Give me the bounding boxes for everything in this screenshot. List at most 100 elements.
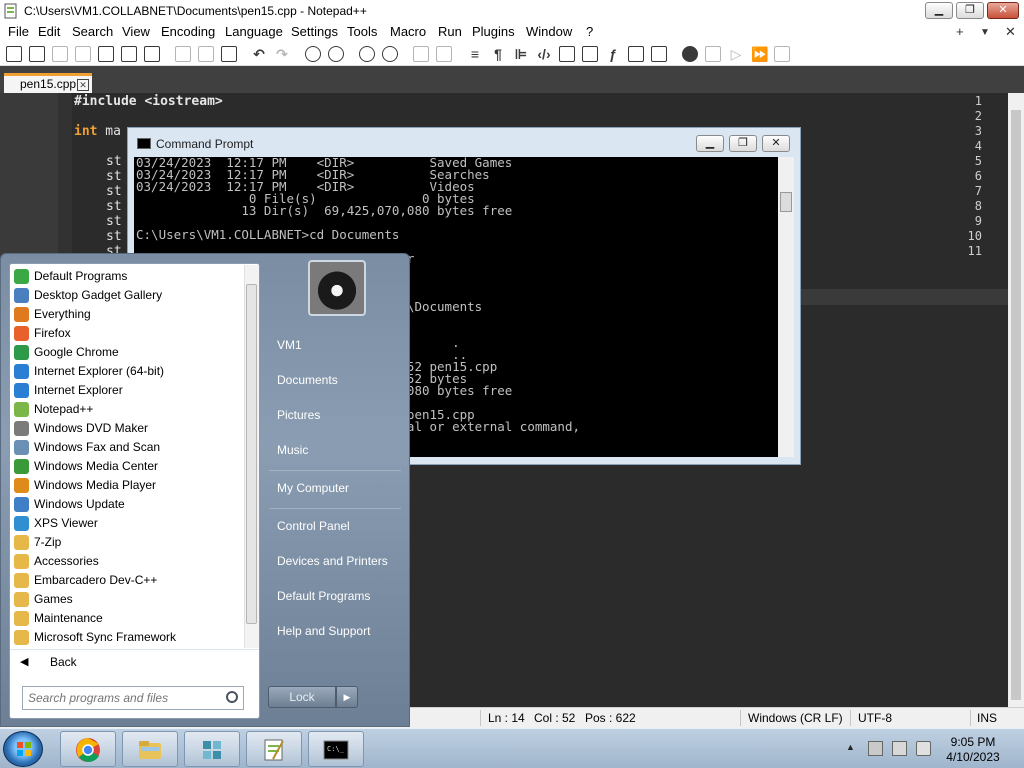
word-wrap-icon[interactable]: ≡ xyxy=(467,46,483,62)
network-icon[interactable] xyxy=(892,741,907,756)
save-macro-icon[interactable] xyxy=(774,46,790,62)
save-icon[interactable] xyxy=(52,46,68,62)
shutdown-options-arrow-icon[interactable]: ▶ xyxy=(336,686,358,708)
monitoring-icon[interactable] xyxy=(651,46,667,62)
program-item[interactable]: Internet Explorer (64-bit) xyxy=(10,362,244,381)
lock-button[interactable]: Lock xyxy=(268,686,336,708)
close-tab-icon[interactable]: ✕ xyxy=(1005,24,1016,40)
menu-file[interactable]: File xyxy=(8,24,29,39)
taskbar-chrome[interactable] xyxy=(60,731,116,767)
programs-scrollbar-thumb[interactable] xyxy=(246,284,257,624)
cut-icon[interactable] xyxy=(175,46,191,62)
start-menu-link[interactable]: Help and Support xyxy=(277,624,370,638)
taskbar-command-prompt[interactable]: C:\_ xyxy=(308,731,364,767)
save-all-icon[interactable] xyxy=(75,46,91,62)
function-list-icon[interactable]: ƒ xyxy=(605,46,621,62)
show-all-characters-icon[interactable]: ¶ xyxy=(490,46,506,62)
menu-plugins[interactable]: Plugins xyxy=(472,24,515,39)
close-button[interactable]: ✕ xyxy=(987,2,1019,19)
tray-show-hidden-icon[interactable]: ▲ xyxy=(846,742,861,757)
menu-language[interactable]: Language xyxy=(225,24,283,39)
find-icon[interactable] xyxy=(305,46,321,62)
program-item[interactable]: Google Chrome xyxy=(10,343,244,362)
tab-close-icon[interactable]: ✕ xyxy=(77,79,89,91)
minimize-button[interactable]: ▁ xyxy=(925,2,953,19)
program-item[interactable]: Embarcadero Dev-C++ xyxy=(10,571,244,590)
taskbar-notepad-plus-plus[interactable] xyxy=(246,731,302,767)
start-menu-link[interactable]: Control Panel xyxy=(277,519,350,533)
program-item[interactable]: XPS Viewer xyxy=(10,514,244,533)
close-file-icon[interactable] xyxy=(98,46,114,62)
system-clock[interactable]: 9:05 PM 4/10/2023 xyxy=(942,735,1004,765)
xml-tag-icon[interactable]: ‹/› xyxy=(536,46,552,62)
program-item[interactable]: Windows Update xyxy=(10,495,244,514)
program-item[interactable]: Windows Media Player xyxy=(10,476,244,495)
program-item[interactable]: Windows Fax and Scan xyxy=(10,438,244,457)
program-item[interactable]: Notepad++ xyxy=(10,400,244,419)
start-menu-link[interactable]: Documents xyxy=(277,373,338,387)
start-menu-link[interactable]: Devices and Printers xyxy=(277,554,388,568)
program-item[interactable]: Default Programs xyxy=(10,267,244,286)
tab-pen15-cpp[interactable]: pen15.cpp ✕ xyxy=(4,73,92,93)
start-menu-link[interactable]: Music xyxy=(277,443,308,457)
program-item[interactable]: Desktop Gadget Gallery xyxy=(10,286,244,305)
menu-run[interactable]: Run xyxy=(438,24,462,39)
menu-macro[interactable]: Macro xyxy=(390,24,426,39)
print-icon[interactable] xyxy=(144,46,160,62)
tab-list-dropdown-icon[interactable]: ▼ xyxy=(980,27,990,38)
program-item[interactable]: Firefox xyxy=(10,324,244,343)
program-item[interactable]: Microsoft Sync Framework xyxy=(10,628,244,647)
program-item[interactable]: Games xyxy=(10,590,244,609)
taskbar-dev-cpp[interactable] xyxy=(184,731,240,767)
sync-vertical-icon[interactable] xyxy=(413,46,429,62)
menu-settings[interactable]: Settings xyxy=(291,24,338,39)
indent-guide-icon[interactable]: ⊫ xyxy=(513,46,529,62)
menu-tools[interactable]: Tools xyxy=(347,24,377,39)
start-menu-link[interactable]: VM1 xyxy=(277,338,302,352)
folder-as-workspace-icon[interactable] xyxy=(628,46,644,62)
stop-recording-icon[interactable] xyxy=(705,46,721,62)
search-icon[interactable] xyxy=(226,691,238,703)
program-item[interactable]: Everything xyxy=(10,305,244,324)
back-button[interactable]: ◀ Back xyxy=(10,649,259,674)
scrollbar-thumb[interactable] xyxy=(1011,110,1021,700)
start-menu-link[interactable]: Default Programs xyxy=(277,589,370,603)
redo-icon[interactable]: ↷ xyxy=(274,46,290,62)
zoom-in-icon[interactable] xyxy=(359,46,375,62)
run-macro-multiple-icon[interactable]: ⏩ xyxy=(751,46,768,62)
undo-icon[interactable]: ↶ xyxy=(251,46,267,62)
cmd-scrollbar-thumb[interactable] xyxy=(780,192,792,212)
search-programs-input[interactable] xyxy=(23,687,223,709)
menu-encoding[interactable]: Encoding xyxy=(161,24,215,39)
status-encoding[interactable]: UTF-8 xyxy=(858,711,892,725)
menu-search[interactable]: Search xyxy=(72,24,113,39)
program-item[interactable]: Windows Media Center xyxy=(10,457,244,476)
start-menu-link[interactable]: Pictures xyxy=(277,408,320,422)
program-item[interactable]: Maintenance xyxy=(10,609,244,628)
cmd-minimize-button[interactable]: ▁ xyxy=(696,135,724,152)
maximize-button[interactable]: ❐ xyxy=(956,2,984,19)
taskbar-explorer[interactable] xyxy=(122,731,178,767)
program-item[interactable]: Windows DVD Maker xyxy=(10,419,244,438)
record-macro-icon[interactable] xyxy=(682,46,698,62)
paste-icon[interactable] xyxy=(221,46,237,62)
sync-horizontal-icon[interactable] xyxy=(436,46,452,62)
copy-icon[interactable] xyxy=(198,46,214,62)
volume-muted-icon[interactable] xyxy=(916,741,931,756)
program-item[interactable]: Accessories xyxy=(10,552,244,571)
new-file-icon[interactable] xyxy=(6,46,22,62)
menu-help[interactable]: ? xyxy=(586,24,593,39)
new-tab-plus-icon[interactable]: + xyxy=(956,24,964,39)
program-item[interactable]: Internet Explorer xyxy=(10,381,244,400)
open-file-icon[interactable] xyxy=(29,46,45,62)
status-insert-mode[interactable]: INS xyxy=(977,711,997,725)
menu-view[interactable]: View xyxy=(122,24,150,39)
action-center-icon[interactable] xyxy=(868,741,883,756)
program-item[interactable]: 7-Zip xyxy=(10,533,244,552)
status-eol[interactable]: Windows (CR LF) xyxy=(748,711,843,725)
zoom-out-icon[interactable] xyxy=(382,46,398,62)
menu-edit[interactable]: Edit xyxy=(38,24,60,39)
start-button[interactable] xyxy=(3,731,43,767)
replace-icon[interactable] xyxy=(328,46,344,62)
cmd-close-button[interactable]: ✕ xyxy=(762,135,790,152)
